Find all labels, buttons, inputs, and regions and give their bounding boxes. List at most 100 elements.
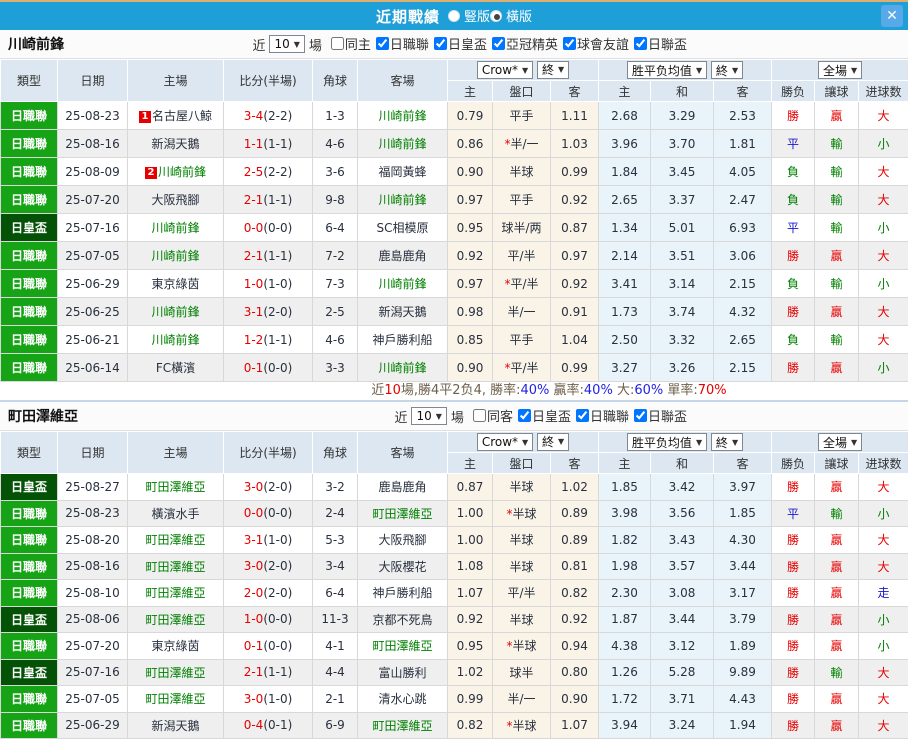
- corner-score: 9-8: [312, 185, 358, 214]
- handicap-result-cell: 輸: [814, 499, 860, 527]
- team-name-link[interactable]: 川崎前鋒: [151, 221, 199, 235]
- checkbox-input[interactable]: [633, 409, 647, 422]
- team-name-link[interactable]: 町田澤維亞: [145, 666, 205, 680]
- odds-company-select[interactable]: Crow* ▼: [476, 61, 534, 80]
- team-name-link[interactable]: 町田澤維亞: [145, 613, 205, 627]
- team-name-link[interactable]: 町田澤維亞: [145, 586, 205, 600]
- filter-checkbox[interactable]: 日職聯: [375, 34, 429, 53]
- match-row: 日職聯 25-08-16 新潟天鵝 1-1(1-1) 4-6 川崎前鋒 0.86 *半/一 1.…: [0, 129, 908, 158]
- team-name-link[interactable]: 川崎前鋒: [378, 109, 426, 123]
- avg-away-odds: 1.85: [712, 499, 773, 527]
- checkbox-input[interactable]: [633, 37, 647, 50]
- team-name-link[interactable]: 川崎前鋒: [151, 305, 199, 319]
- team-name-link[interactable]: 新潟天鵝: [378, 305, 426, 319]
- team-name-link[interactable]: 名古屋八鯨: [152, 109, 212, 123]
- team-name-link[interactable]: 京都不死鳥: [372, 613, 432, 627]
- team-name-link[interactable]: 川崎前鋒: [151, 333, 199, 347]
- close-button[interactable]: ✕: [881, 5, 903, 27]
- team-name-link[interactable]: 町田澤維亞: [145, 692, 205, 706]
- team-name-link[interactable]: 町田澤維亞: [145, 560, 205, 574]
- filter-checkbox[interactable]: 日皇盃: [433, 34, 487, 53]
- team-name-link[interactable]: 清水心跳: [378, 692, 426, 706]
- layout-radio-option[interactable]: 橫版: [490, 6, 532, 25]
- layout-radio-option[interactable]: 豎版: [447, 6, 490, 25]
- team-name-link[interactable]: 福岡黃蜂: [378, 165, 426, 179]
- team-name-link[interactable]: 町田澤維亞: [372, 639, 432, 653]
- halftime-score: (0-0): [263, 360, 293, 375]
- result-cell: 勝: [771, 685, 816, 713]
- checkbox-input[interactable]: [375, 37, 389, 50]
- filter-checkbox[interactable]: 日聯盃: [633, 34, 687, 53]
- score-cell: 3-1(1-0): [223, 526, 313, 554]
- avg-away-odds: 3.79: [712, 605, 773, 633]
- corner-score: 4-6: [312, 129, 358, 158]
- team-name-link[interactable]: 川崎前鋒: [158, 165, 206, 179]
- filter-checkbox[interactable]: 同客: [472, 406, 513, 425]
- team-name-link[interactable]: 町田澤維亞: [372, 719, 432, 733]
- team-name-link[interactable]: 大阪飛腳: [378, 533, 426, 547]
- away-team-cell: 川崎前鋒: [357, 185, 448, 214]
- score-cell: 2-1(1-1): [223, 658, 313, 686]
- team-name-link[interactable]: 川崎前鋒: [378, 277, 426, 291]
- team-name-link[interactable]: 東京綠茵: [151, 639, 199, 653]
- team-name-link[interactable]: FC橫濱: [156, 361, 195, 375]
- odds-time-select[interactable]: 終 ▼: [537, 60, 570, 79]
- team-name-link[interactable]: 川崎前鋒: [151, 249, 199, 263]
- radio-icon[interactable]: [490, 9, 502, 22]
- filter-checkbox[interactable]: 日皇盃: [517, 406, 571, 425]
- handicap-result-cell: 贏: [814, 552, 860, 580]
- away-odds: 0.91: [550, 297, 599, 326]
- team-name-link[interactable]: 鹿島鹿角: [378, 480, 426, 494]
- home-team-cell: 東京綠茵: [127, 632, 224, 660]
- odds-time-select[interactable]: 終 ▼: [537, 432, 570, 451]
- team-name-link[interactable]: 神戶勝利船: [372, 333, 432, 347]
- team-name-link[interactable]: 新潟天鵝: [151, 719, 199, 733]
- team-name-link[interactable]: 橫濱水手: [151, 507, 199, 521]
- team-name-link[interactable]: 町田澤維亞: [145, 480, 205, 494]
- team-name-link[interactable]: 川崎前鋒: [378, 137, 426, 151]
- scope-select[interactable]: 全場 ▼: [817, 433, 863, 451]
- radio-label: 橫版: [506, 10, 533, 26]
- team-name-link[interactable]: 鹿島鹿角: [378, 249, 426, 263]
- filter-checkbox[interactable]: 日職聯: [575, 406, 629, 425]
- corner-score: 4-1: [312, 632, 358, 660]
- filter-checkbox[interactable]: 球會友誼: [562, 34, 629, 53]
- team-name-link[interactable]: 町田澤維亞: [145, 533, 205, 547]
- avg-home-odds: 3.96: [598, 129, 651, 158]
- scope-select[interactable]: 全場 ▼: [817, 61, 863, 79]
- checkbox-input[interactable]: [433, 37, 447, 50]
- team-name-link[interactable]: 町田澤維亞: [372, 507, 432, 521]
- checkbox-input[interactable]: [472, 409, 486, 422]
- chevron-down-icon: ▼: [558, 65, 565, 75]
- team-name-link[interactable]: 大阪飛腳: [151, 193, 199, 207]
- team-name-link[interactable]: 大阪櫻花: [378, 560, 426, 574]
- avg-time-select[interactable]: 終 ▼: [710, 433, 744, 451]
- team-name-link[interactable]: 神戶勝利船: [372, 586, 432, 600]
- team-name-link[interactable]: 新潟天鵝: [151, 137, 199, 151]
- team-name-link[interactable]: 川崎前鋒: [378, 193, 426, 207]
- radio-icon[interactable]: [447, 9, 460, 22]
- odds-company-select[interactable]: Crow* ▼: [476, 433, 534, 452]
- team-name-link[interactable]: 富山勝利: [378, 666, 426, 680]
- away-team-cell: 神戶勝利船: [357, 325, 448, 354]
- team-name-link[interactable]: SC相模原: [377, 221, 429, 235]
- match-row: 日職聯 25-08-23 橫濱水手 0-0(0-0) 2-4 町田澤維亞 1.00 *半球 0.…: [0, 499, 908, 527]
- avg-odds-select[interactable]: 胜平负均值 ▼: [626, 61, 708, 79]
- team-name-link[interactable]: 東京綠茵: [151, 277, 199, 291]
- checkbox-input[interactable]: [330, 37, 344, 50]
- checkbox-input[interactable]: [562, 37, 576, 50]
- checkbox-input[interactable]: [491, 37, 505, 50]
- team-name-link[interactable]: 川崎前鋒: [378, 361, 426, 375]
- avg-away-odds: 1.89: [712, 632, 773, 660]
- avg-odds-select[interactable]: 胜平负均值 ▼: [626, 433, 708, 451]
- filter-checkbox[interactable]: 日聯盃: [633, 406, 687, 425]
- filter-bar: 近 10 ▼ 場 同客 日皇盃 日職聯 日聯盃: [394, 406, 687, 426]
- checkbox-input[interactable]: [517, 409, 531, 422]
- score-cell: 1-2(1-1): [223, 325, 313, 354]
- avg-time-select[interactable]: 終 ▼: [710, 61, 744, 79]
- checkbox-input[interactable]: [575, 409, 589, 422]
- match-count-select[interactable]: 10 ▼: [269, 35, 305, 53]
- match-count-select[interactable]: 10 ▼: [411, 407, 447, 425]
- filter-checkbox[interactable]: 同主: [330, 34, 371, 53]
- filter-checkbox[interactable]: 亞冠精英: [491, 34, 558, 53]
